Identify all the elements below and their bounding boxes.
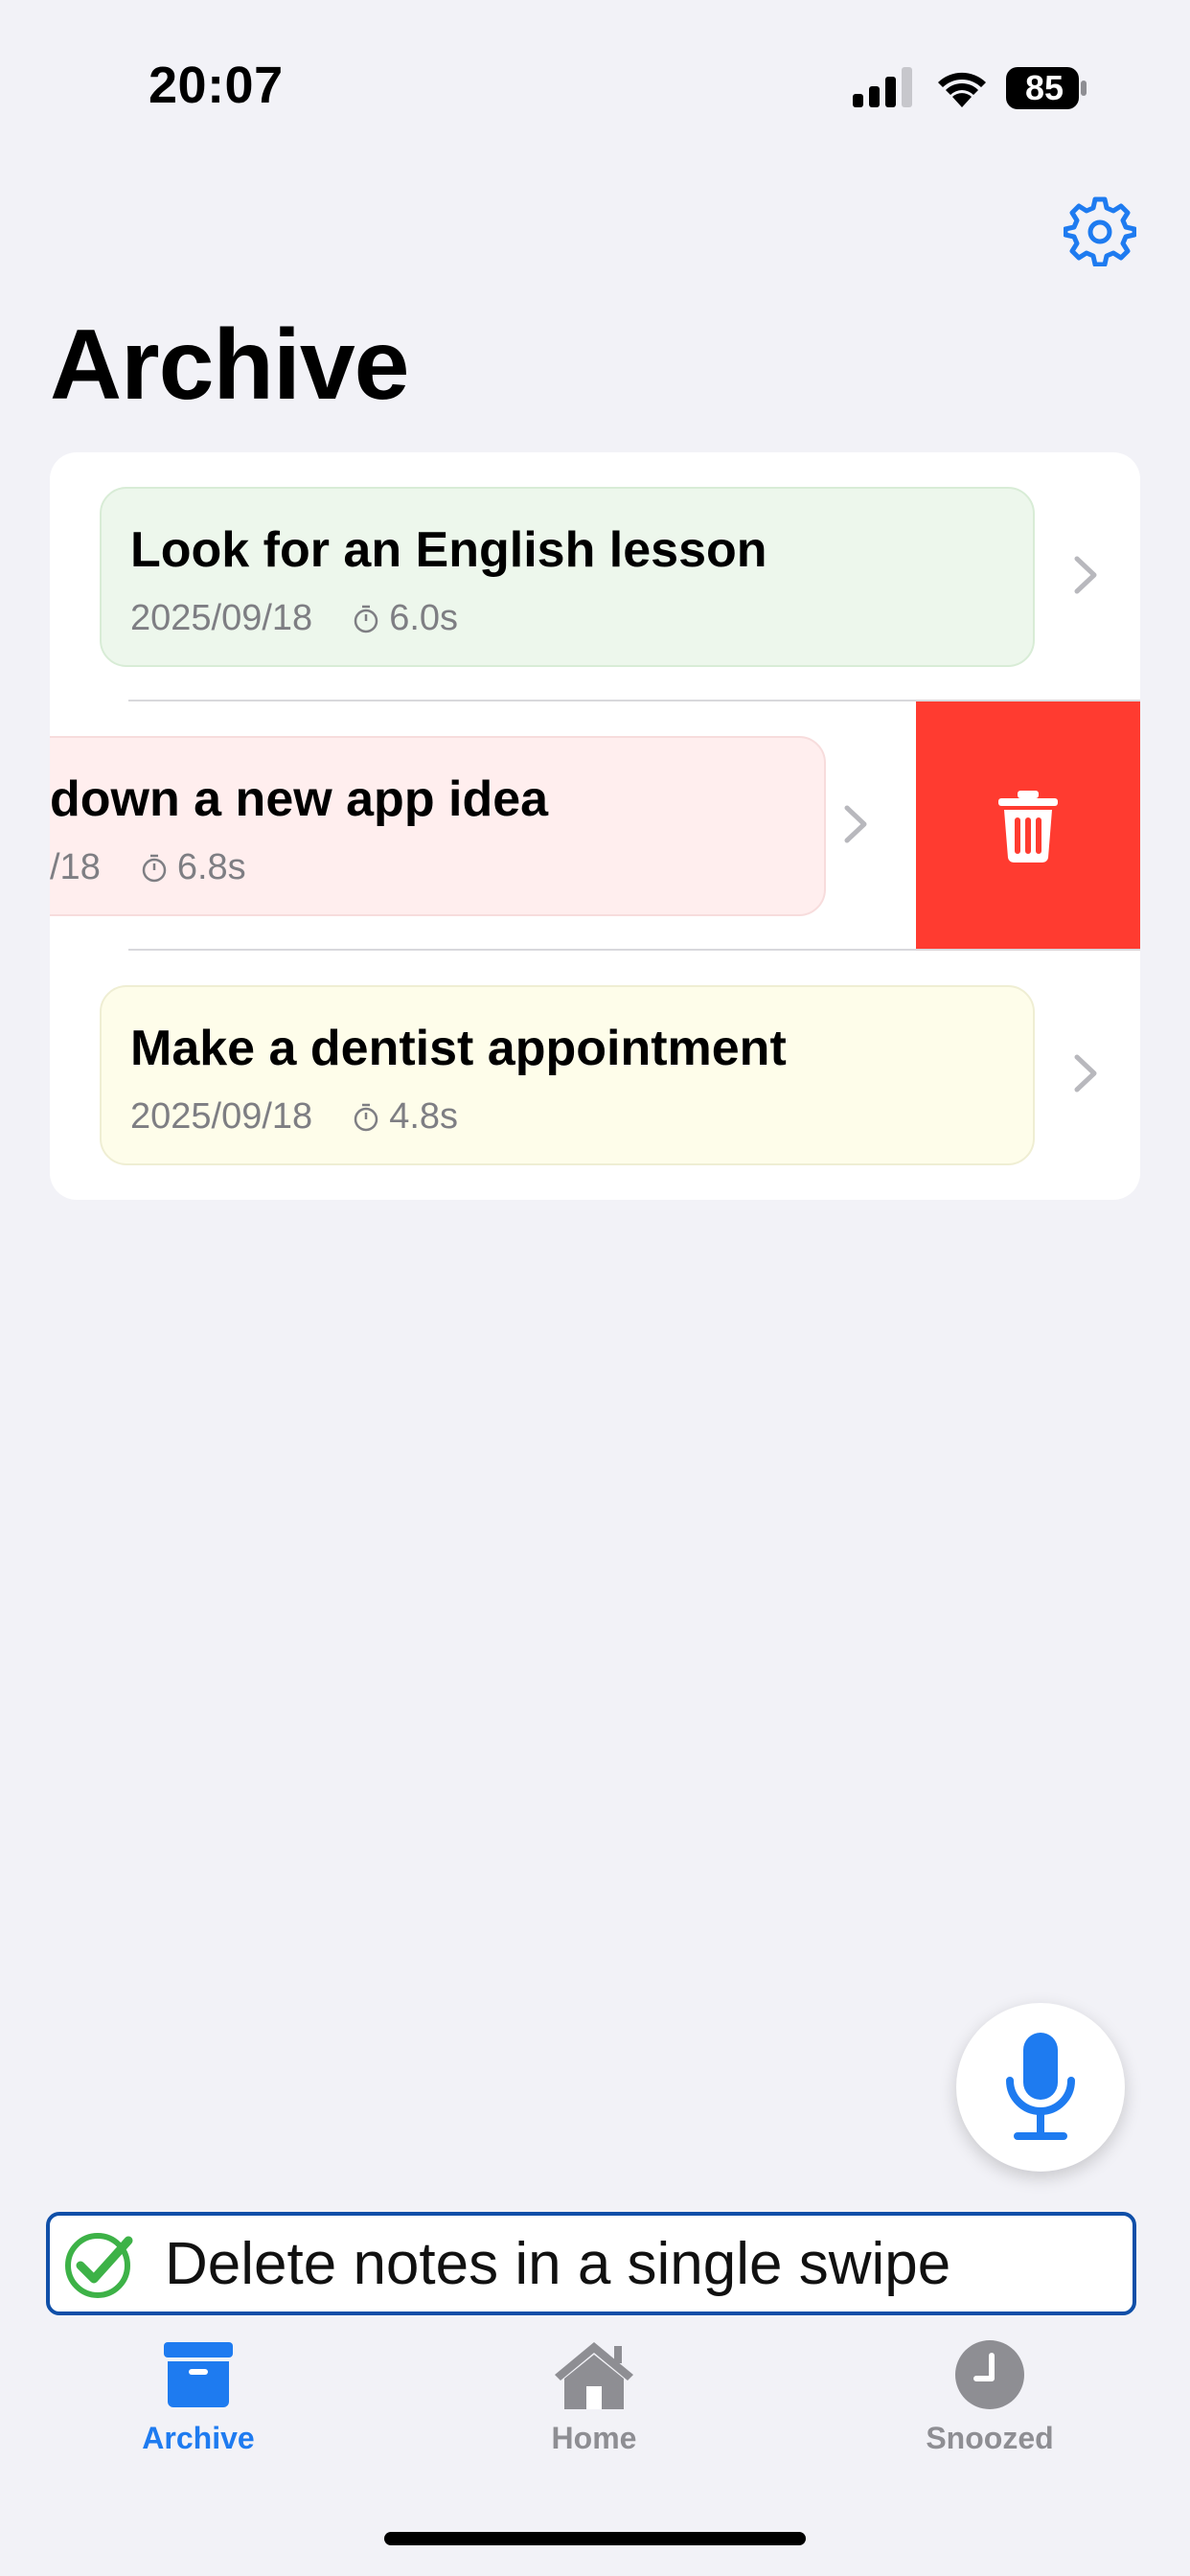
status-icons: 85	[851, 65, 1090, 111]
note-card[interactable]: Make a dentist appointment 2025/09/18 4.…	[100, 985, 1035, 1165]
chevron-right-icon	[844, 805, 867, 843]
list-item[interactable]: Look for an English lesson 2025/09/18 6.…	[50, 452, 1140, 702]
note-card[interactable]: Look for an English lesson 2025/09/18 6.…	[100, 487, 1035, 667]
page-title: Archive	[50, 310, 410, 421]
note-title: down a new app idea	[50, 771, 549, 827]
tip-banner: Delete notes in a single swipe	[46, 2212, 1136, 2315]
home-indicator	[384, 2532, 806, 2545]
delete-button[interactable]	[916, 702, 1140, 951]
note-meta: /18 6.8s	[50, 847, 246, 888]
tab-label: Home	[551, 2421, 637, 2455]
list-item-swiped[interactable]: down a new app idea /18 6.8s	[50, 702, 1140, 951]
note-duration: 6.8s	[176, 847, 246, 887]
tip-text: Delete notes in a single swipe	[165, 2230, 951, 2297]
note-meta: 2025/09/18 4.8s	[130, 1096, 458, 1138]
note-duration: 4.8s	[389, 1096, 459, 1137]
stopwatch-icon	[354, 605, 378, 632]
stopwatch-icon	[354, 1103, 378, 1131]
tab-home[interactable]: Home	[498, 2338, 690, 2463]
record-button[interactable]	[956, 2003, 1125, 2172]
tab-archive[interactable]: Archive	[103, 2338, 294, 2463]
note-meta: 2025/09/18 6.0s	[130, 598, 458, 639]
microphone-icon	[1006, 2033, 1075, 2140]
chevron-right-icon	[1074, 1054, 1097, 1092]
wifi-icon	[938, 72, 986, 107]
stopwatch-icon	[142, 854, 167, 882]
checkmark-circle-icon	[65, 2233, 133, 2298]
tab-label: Snoozed	[926, 2421, 1054, 2455]
trash-icon	[998, 791, 1058, 863]
note-duration: 6.0s	[389, 598, 459, 638]
note-title: Make a dentist appointment	[130, 1021, 787, 1076]
battery-level: 85	[1024, 68, 1064, 107]
settings-button[interactable]	[1063, 194, 1137, 267]
note-card[interactable]: down a new app idea /18 6.8s	[50, 736, 826, 916]
house-icon	[555, 2342, 633, 2409]
clock-icon	[955, 2340, 1024, 2409]
note-date: 2025/09/18	[130, 598, 313, 638]
status-time: 20:07	[149, 57, 284, 114]
chevron-right-icon	[1074, 556, 1097, 594]
note-date: /18	[50, 847, 101, 887]
note-title: Look for an English lesson	[130, 522, 767, 578]
tab-label: Archive	[142, 2421, 255, 2455]
swipe-container[interactable]: down a new app idea /18 6.8s	[50, 702, 1140, 951]
archive-box-icon	[164, 2342, 233, 2407]
note-date: 2025/09/18	[130, 1096, 313, 1137]
gear-icon	[1063, 196, 1137, 267]
notes-list: Look for an English lesson 2025/09/18 6.…	[50, 452, 1140, 1200]
list-item[interactable]: Make a dentist appointment 2025/09/18 4.…	[50, 951, 1140, 1200]
tab-snoozed[interactable]: Snoozed	[894, 2338, 1086, 2463]
